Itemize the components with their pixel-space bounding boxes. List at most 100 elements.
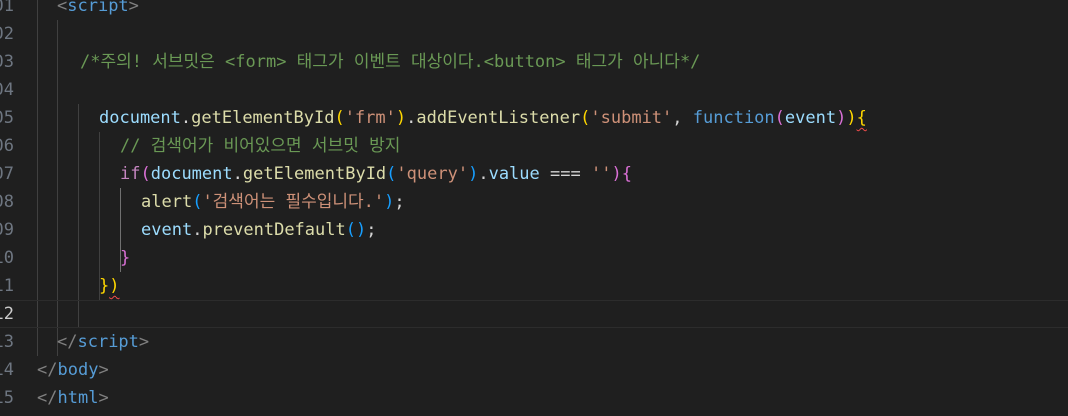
code-token: getElementById <box>191 108 335 128</box>
line-number: 13 <box>0 332 14 352</box>
code-token: function <box>692 108 775 128</box>
code-text[interactable]: document.getElementById('frm').addEventL… <box>99 104 867 132</box>
code-line[interactable]: 07 if(document.getElementById('query').va… <box>0 160 1068 188</box>
line-number: 12 <box>0 304 14 324</box>
code-line[interactable]: 05document.getElementById('frm').addEven… <box>0 104 1068 132</box>
line-number: 06 <box>0 136 14 156</box>
code-line[interactable]: 15 </html> <box>0 384 1068 412</box>
code-token: . <box>180 108 192 128</box>
code-line[interactable]: 04 <box>0 76 1068 104</box>
code-text[interactable]: // 검색어가 비어있으면 서브밋 방지 <box>120 132 400 160</box>
line-number: 04 <box>0 80 14 100</box>
code-token: === <box>539 164 591 184</box>
code-token: ) <box>395 108 407 128</box>
code-token: ( <box>386 164 397 184</box>
line-number: 15 <box>0 388 14 408</box>
line-number: 07 <box>0 164 14 184</box>
code-token: ( <box>774 108 785 128</box>
code-token: . <box>478 164 489 184</box>
code-text[interactable]: if(document.getElementById('query').valu… <box>120 160 632 188</box>
code-token: ) <box>836 108 847 128</box>
code-token: '' <box>590 164 612 184</box>
line-number: 05 <box>0 108 14 128</box>
code-token: ) <box>384 192 395 212</box>
code-token: preventDefault <box>202 220 346 240</box>
code-token: } <box>99 276 110 296</box>
code-token: document <box>99 108 181 128</box>
code-token: . <box>406 108 417 128</box>
code-text[interactable]: alert('검색어는 필수입니다.'); <box>141 188 405 216</box>
code-token: addEventListener <box>416 108 581 128</box>
line-number: 09 <box>0 220 14 240</box>
code-token: 'query' <box>396 164 469 184</box>
code-token: , <box>672 108 693 128</box>
code-token: alert <box>141 192 193 212</box>
line-number: 10 <box>0 248 14 268</box>
code-token: script <box>77 332 139 352</box>
code-token: /*주의! 서브밋은 <form> 태그가 이벤트 대상이다.<button> … <box>80 52 701 72</box>
code-token: < <box>57 0 68 16</box>
code-token: ) <box>468 164 479 184</box>
code-text[interactable]: /*주의! 서브밋은 <form> 태그가 이벤트 대상이다.<button> … <box>80 48 700 76</box>
code-token: } <box>120 248 131 268</box>
code-token: . <box>192 220 203 240</box>
code-token: ( <box>334 108 345 128</box>
line-number: 14 <box>0 360 14 380</box>
code-token: ( <box>192 192 203 212</box>
code-token: value <box>488 164 540 184</box>
code-text[interactable]: </html> <box>37 384 109 412</box>
code-token: ( <box>580 108 591 128</box>
code-line[interactable]: 10} <box>0 244 1068 272</box>
code-line[interactable]: 03 /*주의! 서브밋은 <form> 태그가 이벤트 대상이다.<button… <box>0 48 1068 76</box>
code-line[interactable]: 14 </body> <box>0 356 1068 384</box>
code-token: ) <box>355 220 367 240</box>
line-number: 08 <box>0 192 14 212</box>
code-line[interactable]: 11}) <box>0 272 1068 300</box>
code-token: if <box>120 164 141 184</box>
code-line[interactable]: 12 <box>0 300 1068 328</box>
code-token: > <box>138 332 150 352</box>
code-text[interactable]: event.preventDefault(); <box>141 216 376 244</box>
code-line[interactable]: 02 <box>0 20 1068 48</box>
code-token: { <box>856 108 867 128</box>
code-token: ( <box>140 164 151 184</box>
line-number: 02 <box>0 24 14 44</box>
line-number: 03 <box>0 52 14 72</box>
code-token: ; <box>366 220 377 240</box>
code-token: document <box>150 164 233 184</box>
code-token: 'submit' <box>590 108 673 128</box>
code-line[interactable]: 09 event.preventDefault(); <box>0 216 1068 244</box>
code-line[interactable]: 08 alert('검색어는 필수입니다.'); <box>0 188 1068 216</box>
code-token: > <box>128 0 139 16</box>
code-token: </ <box>37 360 58 380</box>
code-editor[interactable]: 01<script>0203/*주의! 서브밋은 <form> 태그가 이벤트 … <box>0 0 1068 416</box>
code-token: // 검색어가 비어있으면 서브밋 방지 <box>120 136 401 156</box>
code-token: body <box>57 360 99 380</box>
code-text[interactable]: </body> <box>37 356 109 384</box>
code-token: ) <box>611 164 622 184</box>
code-token: script <box>67 0 129 16</box>
code-token: 'frm' <box>344 108 396 128</box>
code-token: ) <box>109 276 120 296</box>
code-token: event <box>784 108 837 128</box>
code-text[interactable]: }) <box>99 272 120 300</box>
line-number: 01 <box>0 0 14 16</box>
code-token: > <box>98 388 109 408</box>
code-line[interactable]: 06 // 검색어가 비어있으면 서브밋 방지 <box>0 132 1068 160</box>
code-token: > <box>98 360 109 380</box>
code-token: ( <box>345 220 356 240</box>
code-line[interactable]: 01 <script> <box>0 0 1068 20</box>
code-token: </ <box>57 332 78 352</box>
line-number: 11 <box>0 276 14 296</box>
code-token: ; <box>394 192 405 212</box>
code-token: . <box>232 164 243 184</box>
code-token: '검색어는 필수입니다.' <box>202 192 385 212</box>
code-token: </ <box>37 388 58 408</box>
code-line[interactable]: 13 </script> <box>0 328 1068 356</box>
code-text[interactable]: <script> <box>57 0 139 20</box>
code-token: html <box>57 388 99 408</box>
code-text[interactable]: } <box>120 244 130 272</box>
code-token: ) <box>846 108 857 128</box>
code-text[interactable]: </script> <box>57 328 149 356</box>
code-token: { <box>621 164 632 184</box>
